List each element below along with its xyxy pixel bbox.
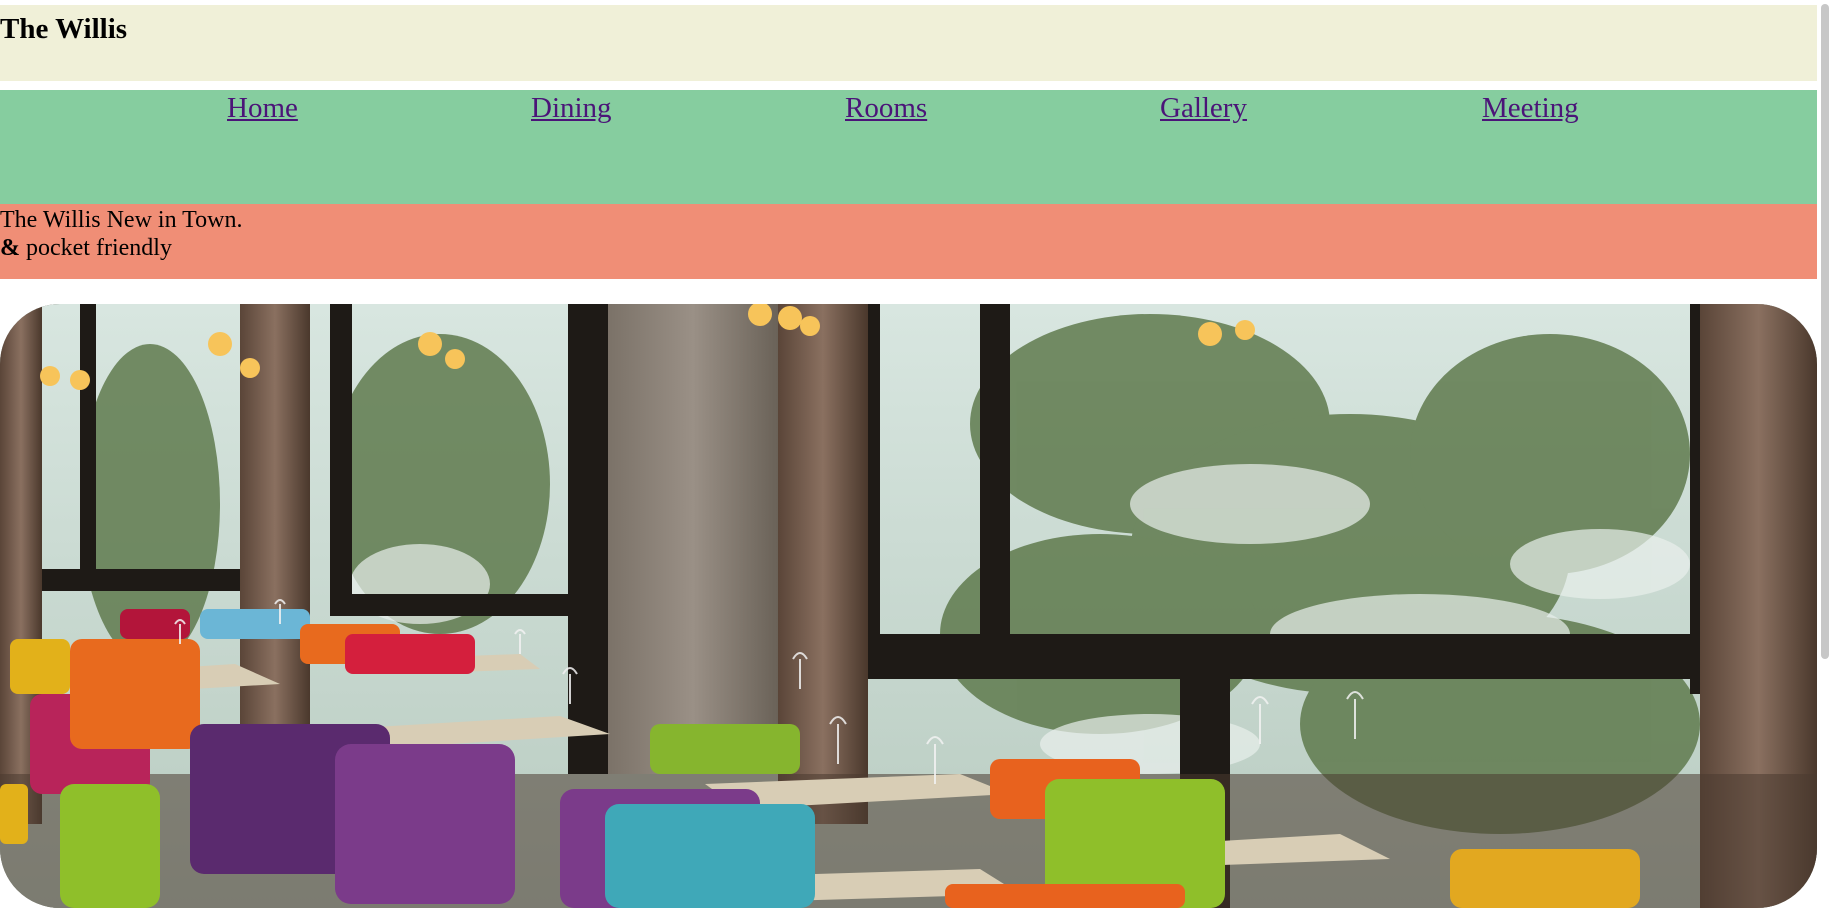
page-scrollbar[interactable]: [1817, 0, 1832, 921]
tagline-line-1: The Willis New in Town.: [0, 207, 243, 233]
scrollbar-thumb[interactable]: [1821, 4, 1829, 659]
nav-link-meeting[interactable]: Meeting: [1482, 90, 1579, 126]
main-nav: Home Dining Rooms Gallery Meeting: [0, 90, 1817, 204]
tagline-ampersand: &: [0, 235, 20, 261]
tagline-line-2: & pocket friendly: [0, 234, 1817, 262]
page: The Willis Home Dining Rooms Gallery Mee…: [0, 0, 1832, 921]
hero-illustration: [0, 304, 1817, 908]
nav-link-rooms[interactable]: Rooms: [845, 90, 927, 126]
site-title: The Willis: [0, 13, 128, 45]
site-header: The Willis: [0, 5, 1817, 81]
nav-link-gallery[interactable]: Gallery: [1160, 90, 1247, 126]
tagline-line-2-text: pocket friendly: [20, 235, 172, 261]
tagline-banner: The Willis New in Town. & pocket friendl…: [0, 204, 1817, 279]
nav-link-home[interactable]: Home: [227, 90, 298, 126]
restaurant-hero-image: [0, 304, 1817, 908]
nav-link-dining[interactable]: Dining: [531, 90, 612, 126]
